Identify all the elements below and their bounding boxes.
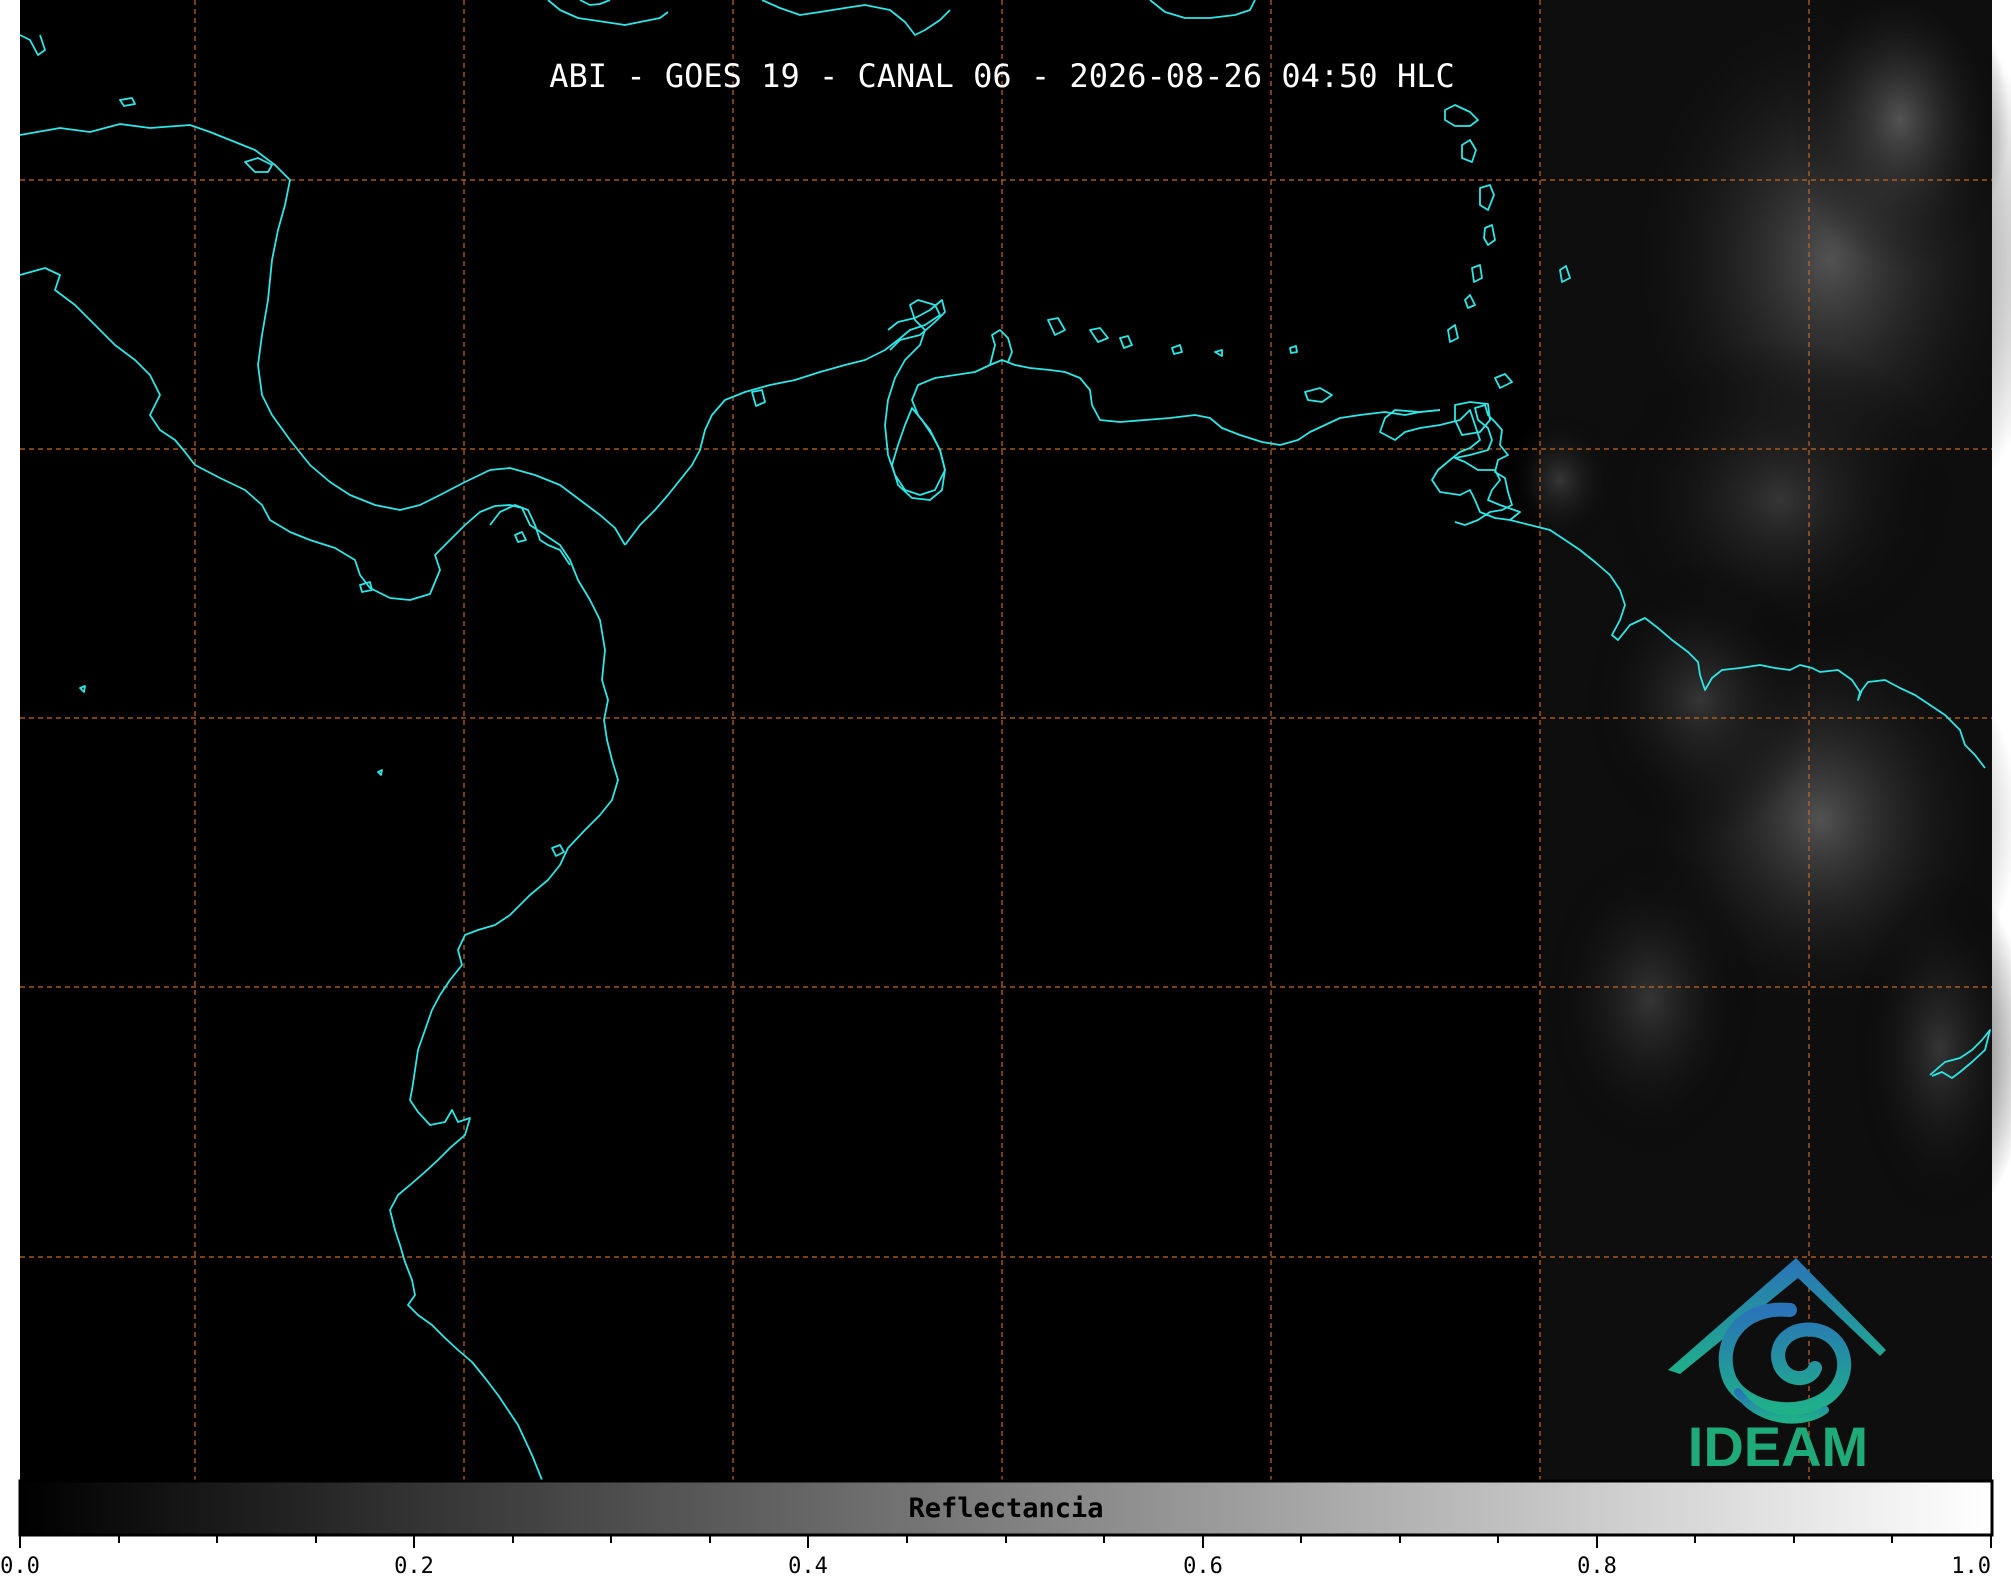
colorbar-tick-label: 0.6 [1183, 1554, 1223, 1577]
colorbar-tick-label: 0.8 [1577, 1554, 1617, 1577]
colorbar-label: Reflectancia [908, 1493, 1103, 1524]
colorbar-tick-label: 0.0 [0, 1554, 40, 1577]
colorbar-tick-label: 1.0 [1951, 1554, 1991, 1577]
logo-text: IDEAM [1688, 1415, 1868, 1478]
satellite-map: ABI - GOES 19 - CANAL 06 - 2026-08-26 04… [0, 0, 2011, 1577]
colorbar: Reflectancia 0.0 0.2 0.4 0.6 0.8 1.0 [0, 1479, 1994, 1577]
map-title: ABI - GOES 19 - CANAL 06 - 2026-08-26 04… [549, 57, 1454, 95]
cloud-cover [1500, 0, 2011, 1480]
colorbar-tick-label: 0.2 [394, 1554, 434, 1577]
colorbar-ticks [19, 1535, 1992, 1548]
colorbar-tick-label: 0.4 [788, 1554, 828, 1577]
